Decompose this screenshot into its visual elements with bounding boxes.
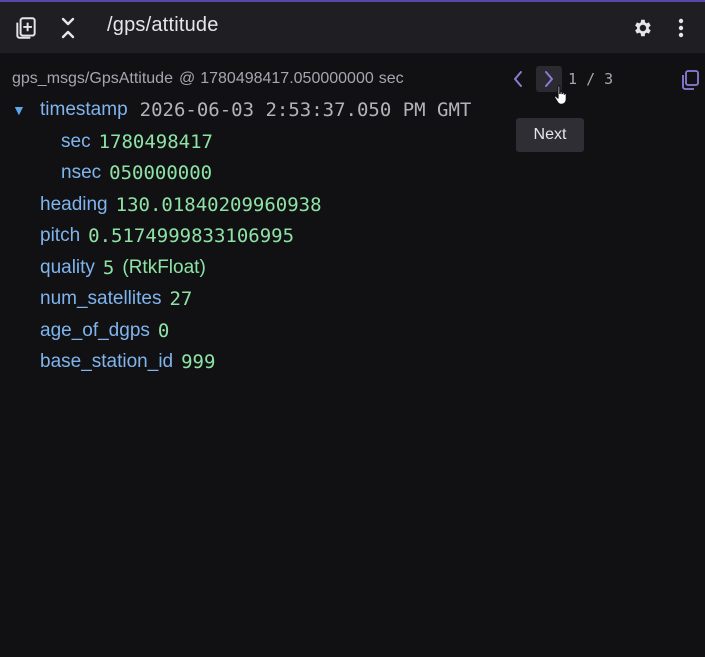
- tree-row-pitch: pitch 0.5174999833106995: [40, 222, 294, 250]
- field-value: 5: [102, 257, 115, 279]
- field-value: 1780498417: [98, 131, 213, 153]
- field-value: 2026-06-03 2:53:37.050 PM GMT: [139, 99, 472, 121]
- tree-row-base-station-id: base_station_id 999: [40, 348, 215, 376]
- field-key[interactable]: num_satellites: [40, 288, 161, 310]
- page-separator: /: [586, 70, 596, 88]
- tree-row-nsec: nsec 050000000: [61, 159, 212, 187]
- field-key[interactable]: age_of_dgps: [40, 320, 150, 342]
- enum-label: (RtkFloat): [122, 257, 206, 278]
- next-tooltip: Next: [516, 118, 584, 152]
- field-key[interactable]: quality: [40, 257, 95, 279]
- copy-icon[interactable]: [679, 68, 701, 92]
- gear-icon[interactable]: [629, 15, 655, 41]
- field-key[interactable]: nsec: [61, 162, 101, 184]
- field-value: 999: [181, 351, 216, 373]
- tree-row-age-of-dgps: age_of_dgps 0: [40, 317, 169, 345]
- time-unit: sec: [378, 70, 404, 87]
- field-key[interactable]: timestamp: [40, 99, 128, 121]
- tree-row-num-satellites: num_satellites 27: [40, 285, 192, 313]
- collapse-icon[interactable]: [56, 14, 80, 42]
- tree-row-sec: sec 1780498417: [61, 128, 213, 156]
- previous-button[interactable]: [505, 66, 531, 92]
- tree-row-timestamp: timestamp 2026-06-03 2:53:37.050 PM GMT: [40, 96, 471, 124]
- page-total: 3: [604, 70, 614, 88]
- field-key[interactable]: pitch: [40, 225, 80, 247]
- field-key[interactable]: sec: [61, 131, 91, 153]
- tree-row-heading: heading 130.01840209960938: [40, 191, 322, 219]
- message-meta: gps_msgs/GpsAttitude @ 1780498417.050000…: [12, 68, 404, 90]
- field-value: 050000000: [109, 162, 213, 184]
- chevron-left-icon: [514, 71, 522, 87]
- tree-row-quality: quality 5 (RtkFloat): [40, 254, 206, 282]
- panel-toolbar: /gps/attitude: [0, 0, 705, 53]
- field-value: 27: [169, 288, 193, 310]
- receive-time: 1780498417.050000000: [200, 70, 374, 87]
- topic-title[interactable]: /gps/attitude: [107, 14, 219, 37]
- field-value: 0.5174999833106995: [88, 225, 295, 247]
- page-indicator: 1 / 3: [568, 68, 613, 90]
- field-value: 0: [157, 320, 170, 342]
- field-key[interactable]: base_station_id: [40, 351, 173, 373]
- timestamp-toggle[interactable]: ▼: [12, 102, 26, 118]
- hand-cursor-icon: [553, 85, 567, 105]
- schema-name: gps_msgs/GpsAttitude: [12, 70, 173, 87]
- field-key[interactable]: heading: [40, 194, 108, 216]
- field-value: 130.01840209960938: [115, 194, 322, 216]
- at-symbol: @: [178, 70, 196, 87]
- copy-plus-icon[interactable]: [12, 14, 40, 42]
- more-vertical-icon[interactable]: [670, 15, 692, 41]
